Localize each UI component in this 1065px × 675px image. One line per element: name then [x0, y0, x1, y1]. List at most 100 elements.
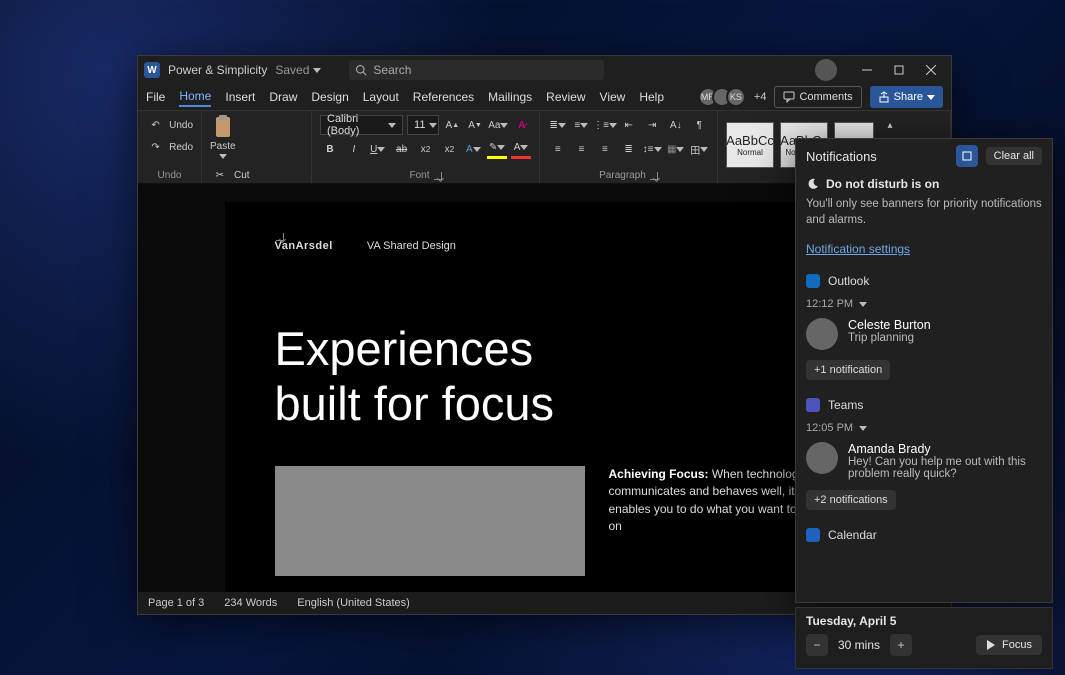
increase-duration-button[interactable]: + [890, 634, 912, 656]
decrease-indent-icon[interactable]: ⇤ [619, 115, 639, 135]
calendar-date[interactable]: Tuesday, April 5 [806, 614, 1042, 628]
tab-insert[interactable]: Insert [225, 88, 255, 106]
dialog-launcher-icon[interactable] [434, 172, 442, 180]
status-words[interactable]: 234 Words [224, 597, 277, 609]
tab-review[interactable]: Review [546, 88, 585, 106]
tab-references[interactable]: References [413, 88, 474, 106]
shrink-font-icon[interactable]: A▼ [466, 115, 485, 135]
calendar-focus-panel: Tuesday, April 5 − 30 mins + Focus [795, 607, 1053, 669]
style-normal[interactable]: AaBbCcNormal [726, 122, 774, 168]
share-button[interactable]: Share [870, 86, 943, 108]
numbering-icon[interactable]: ≡ [572, 115, 592, 135]
group-label-undo: Undo [158, 170, 182, 181]
chevron-down-icon [429, 123, 437, 128]
dialog-launcher-icon[interactable] [650, 172, 658, 180]
justify-icon[interactable]: ≣ [619, 139, 639, 159]
status-language[interactable]: English (United States) [297, 597, 410, 609]
share-icon [878, 91, 890, 103]
account-avatar[interactable] [815, 59, 837, 81]
text-effects-icon[interactable]: A [463, 139, 483, 159]
decrease-duration-button[interactable]: − [806, 634, 828, 656]
chevron-down-icon [859, 302, 867, 307]
bullets-icon[interactable]: ≣ [548, 115, 568, 135]
multilevel-list-icon[interactable]: ⋮≡ [595, 115, 615, 135]
underline-icon[interactable]: U [368, 139, 388, 159]
undo-button[interactable]: ↶Undo [146, 115, 193, 135]
grow-font-icon[interactable]: A▲ [443, 115, 462, 135]
notifications-title: Notifications [806, 149, 877, 164]
notification-item[interactable]: Amanda BradyHey! Can you help me out wit… [806, 442, 1042, 480]
chevron-down-icon [859, 426, 867, 431]
presence-avatars[interactable]: MRKS [704, 87, 746, 107]
line-spacing-icon[interactable]: ↕≡ [642, 139, 662, 159]
notification-time[interactable]: 12:12 PM [806, 298, 1042, 310]
notification-settings-link[interactable]: Notification settings [806, 242, 910, 256]
presence-extra[interactable]: +4 [754, 91, 767, 103]
italic-icon[interactable]: I [344, 139, 364, 159]
notification-time[interactable]: 12:05 PM [806, 422, 1042, 434]
notification-group-outlook: Outlook 12:12 PM Celeste BurtonTrip plan… [806, 274, 1042, 380]
group-label-font: Font [409, 170, 429, 181]
search-input[interactable]: Search [349, 60, 604, 80]
more-notifications-button[interactable]: +1 notification [806, 360, 890, 380]
doc-subbrand: VA Shared Design [367, 240, 456, 252]
start-focus-button[interactable]: Focus [976, 635, 1042, 655]
align-right-icon[interactable]: ≡ [595, 139, 615, 159]
tab-view[interactable]: View [600, 88, 626, 106]
styles-scroll-up-icon[interactable]: ▴ [880, 115, 900, 135]
status-page[interactable]: Page 1 of 3 [148, 597, 204, 609]
paste-button[interactable]: Paste [210, 115, 236, 159]
redo-button[interactable]: ↷Redo [146, 137, 193, 157]
tab-mailings[interactable]: Mailings [488, 88, 532, 106]
tab-help[interactable]: Help [639, 88, 664, 106]
tab-draw[interactable]: Draw [269, 88, 297, 106]
group-label-paragraph: Paragraph [599, 170, 646, 181]
highlight-icon[interactable]: ✎ [487, 139, 507, 159]
tab-home[interactable]: Home [179, 87, 211, 107]
subscript-icon[interactable]: x2 [416, 139, 436, 159]
maximize-button[interactable] [885, 60, 913, 80]
moon-icon [806, 177, 820, 191]
notification-quick-setting-icon[interactable] [956, 145, 978, 167]
tab-layout[interactable]: Layout [363, 88, 399, 106]
doc-heading: Experiencesbuilt for focus [275, 322, 815, 432]
word-app-icon: W [144, 62, 160, 78]
clear-format-icon[interactable]: A̷ [512, 115, 531, 135]
font-name-combo[interactable]: Calibri (Body) [320, 115, 403, 135]
strikethrough-icon[interactable]: ab [392, 139, 412, 159]
tab-file[interactable]: File [146, 88, 165, 106]
superscript-icon[interactable]: x2 [439, 139, 459, 159]
notification-center: Notifications Clear all Do not disturb i… [795, 138, 1053, 603]
comment-icon [783, 91, 795, 103]
doc-image-placeholder [275, 466, 585, 576]
sender-avatar [806, 318, 838, 350]
shading-icon[interactable]: ▦ [666, 139, 686, 159]
sender-avatar [806, 442, 838, 474]
dialog-launcher-icon[interactable] [276, 233, 284, 241]
chevron-down-icon [313, 68, 321, 73]
chevron-down-icon [388, 123, 396, 128]
tab-design[interactable]: Design [311, 88, 348, 106]
save-status[interactable]: Saved [275, 63, 321, 77]
dnd-banner: Do not disturb is on You'll only see ban… [806, 177, 1042, 256]
borders-icon[interactable]: 田 [689, 139, 709, 159]
close-button[interactable] [917, 60, 945, 80]
clear-all-button[interactable]: Clear all [986, 147, 1042, 165]
more-notifications-button[interactable]: +2 notifications [806, 490, 896, 510]
font-color-icon[interactable]: A [511, 139, 531, 159]
notification-item[interactable]: Celeste BurtonTrip planning [806, 318, 1042, 350]
font-size-combo[interactable]: 11 [407, 115, 439, 135]
comments-button[interactable]: Comments [774, 86, 861, 108]
cut-button[interactable]: ✂Cut [210, 165, 291, 185]
show-marks-icon[interactable]: ¶ [690, 115, 710, 135]
minimize-button[interactable] [853, 60, 881, 80]
align-left-icon[interactable]: ≡ [548, 139, 568, 159]
align-center-icon[interactable]: ≡ [572, 139, 592, 159]
bold-icon[interactable]: B [320, 139, 340, 159]
focus-duration: 30 mins [838, 638, 880, 652]
chevron-down-icon [219, 154, 227, 159]
sort-icon[interactable]: A↓ [666, 115, 686, 135]
calendar-icon [806, 528, 820, 542]
increase-indent-icon[interactable]: ⇥ [643, 115, 663, 135]
change-case-icon[interactable]: Aa [488, 115, 508, 135]
